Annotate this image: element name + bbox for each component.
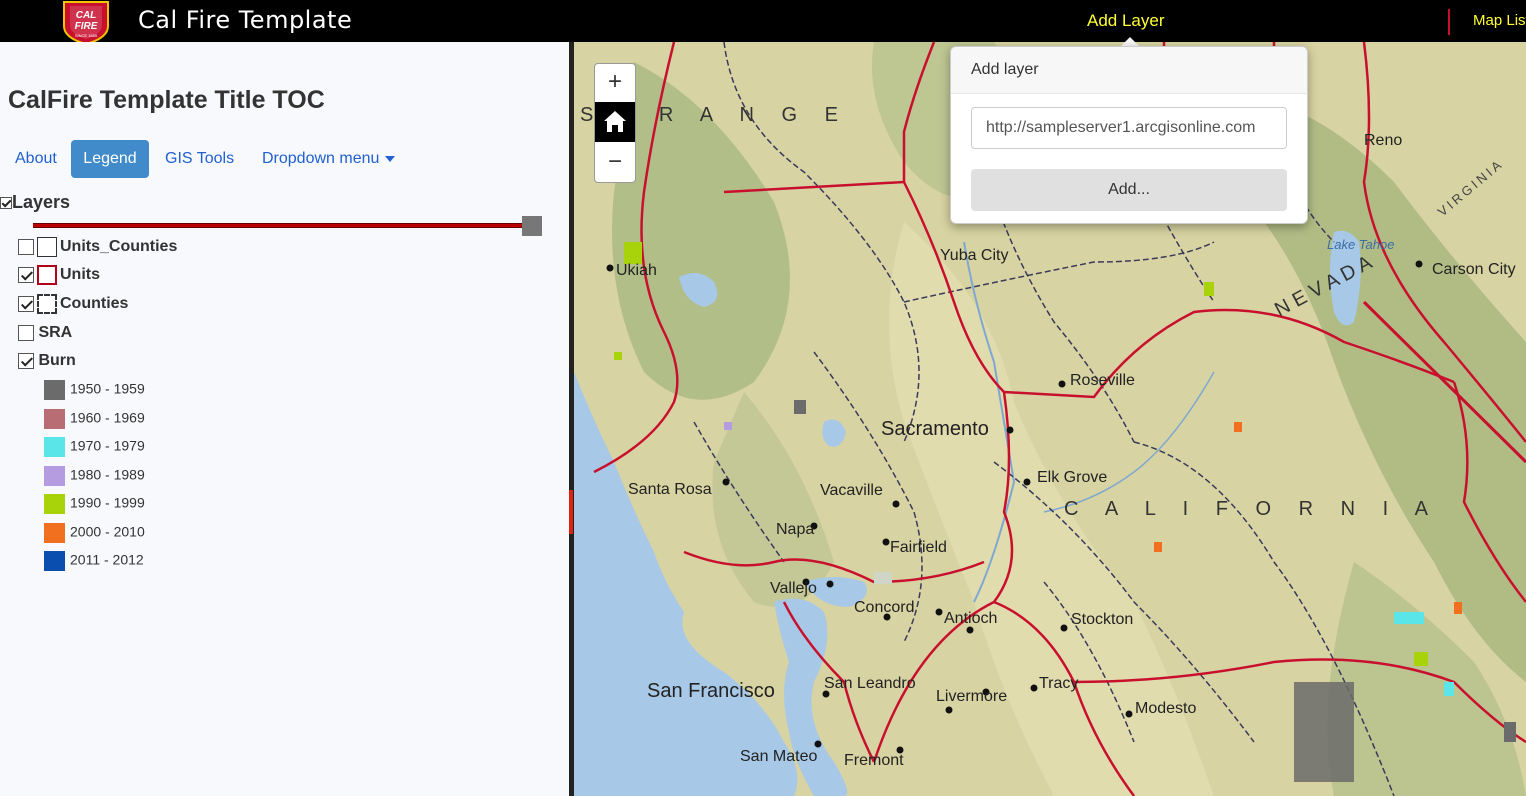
- map-label-antioch: Antioch: [944, 610, 998, 627]
- top-navbar: CAL FIRE SINCE 1885 Cal Fire Template Ad…: [0, 0, 1526, 42]
- legend-item: 1970 - 1979: [44, 437, 145, 457]
- legend-label: 1950 - 1959: [70, 380, 145, 397]
- layers-label: Layers: [12, 192, 71, 212]
- legend-item: 2000 - 2010: [44, 523, 145, 543]
- legend-label: 1960 - 1969: [70, 409, 145, 426]
- legend-swatch: [44, 494, 65, 514]
- svg-text:CAL: CAL: [76, 10, 97, 21]
- legend-swatch: [44, 380, 65, 400]
- legend-label: 1980 - 1989: [70, 466, 145, 483]
- map-label-fremont: Fremont: [844, 752, 904, 769]
- map-label-stockton: Stockton: [1071, 611, 1134, 628]
- splitter-grip[interactable]: [569, 490, 573, 534]
- tab-about[interactable]: About: [3, 140, 69, 178]
- map-label-ukiah: Ukiah: [616, 262, 657, 279]
- add-layer-link[interactable]: Add Layer: [1087, 11, 1165, 31]
- legend-swatch: [44, 466, 65, 486]
- map-label-san-leandro: San Leandro: [824, 675, 916, 692]
- legend-swatch: [44, 551, 65, 571]
- legend-item: 1990 - 1999: [44, 494, 145, 514]
- map-label-tracy: Tracy: [1039, 675, 1079, 692]
- legend-swatch: [44, 523, 65, 543]
- layer-row-counties: Counties: [18, 294, 128, 314]
- legend-label: 1970 - 1979: [70, 437, 145, 454]
- layers-header: Layers: [0, 192, 70, 213]
- layer-label: Counties: [60, 295, 129, 313]
- map-label-sacramento: Sacramento: [881, 418, 989, 440]
- map-list-link[interactable]: Map List: [1473, 12, 1526, 29]
- calfire-logo: CAL FIRE SINCE 1885: [60, 0, 112, 42]
- legend-item: 1980 - 1989: [44, 466, 145, 486]
- layer-row-sra: SRA: [18, 324, 72, 342]
- layer-row-units-counties: Units_Counties: [18, 237, 177, 257]
- tab-dropdown-menu[interactable]: Dropdown menu: [250, 140, 407, 178]
- layer-checkbox-units[interactable]: [18, 267, 34, 283]
- legend-label: 1990 - 1999: [70, 494, 145, 511]
- opacity-slider-handle[interactable]: [522, 216, 542, 236]
- legend-label: 2000 - 2010: [70, 523, 145, 540]
- svg-text:SINCE 1885: SINCE 1885: [75, 33, 98, 38]
- map-label-vallejo: Vallejo: [770, 580, 817, 597]
- layer-label: Units: [60, 266, 100, 284]
- map-label-yuba-city: Yuba City: [940, 247, 1009, 264]
- zoom-in-button[interactable]: +: [595, 64, 635, 100]
- map-label-roseville: Roseville: [1070, 372, 1135, 389]
- popup-title: Add layer: [951, 47, 1307, 94]
- dropdown-menu-label: Dropdown menu: [262, 150, 380, 167]
- layer-url-input[interactable]: [971, 107, 1287, 149]
- map-label-napa: Napa: [776, 521, 815, 538]
- svg-text:FIRE: FIRE: [75, 21, 98, 32]
- tab-gis-tools[interactable]: GIS Tools: [153, 140, 246, 178]
- map-label-fairfield: Fairfield: [890, 539, 947, 556]
- legend-swatch: [44, 437, 65, 457]
- home-icon: [604, 111, 626, 132]
- layer-row-burn: Burn: [18, 352, 76, 370]
- zoom-out-button[interactable]: −: [595, 144, 635, 180]
- map-label-california: C A L I F O R N I A: [1064, 498, 1439, 520]
- layer-checkbox-sra[interactable]: [18, 324, 34, 341]
- zoom-control: + −: [594, 63, 636, 183]
- map-label-elk-grove: Elk Grove: [1037, 469, 1108, 486]
- toc-title: CalFire Template Title TOC: [8, 86, 325, 114]
- caret-down-icon: [385, 155, 396, 162]
- add-layer-button[interactable]: Add...: [971, 169, 1287, 211]
- opacity-slider-track[interactable]: [33, 223, 529, 228]
- units-counties-swatch: [37, 237, 57, 257]
- legend-swatch: [44, 409, 65, 429]
- map-label-san-francisco: San Francisco: [647, 680, 775, 702]
- toc-panel: CalFire Template Title TOC About Legend …: [0, 42, 569, 796]
- layer-checkbox-units-counties[interactable]: [18, 239, 34, 255]
- tab-legend[interactable]: Legend: [71, 140, 149, 178]
- layer-checkbox-counties[interactable]: [18, 296, 34, 312]
- home-button[interactable]: [595, 102, 635, 142]
- layer-row-units: Units: [18, 265, 100, 285]
- add-layer-popup: Add layer Add...: [950, 46, 1308, 224]
- layer-label: SRA: [38, 324, 73, 341]
- map-label-modesto: Modesto: [1135, 700, 1197, 717]
- layer-label: Units_Counties: [60, 238, 178, 256]
- app-title: Cal Fire Template: [138, 6, 353, 34]
- layer-checkbox-burn[interactable]: [18, 352, 34, 369]
- legend-item: 1950 - 1959: [44, 380, 145, 400]
- map-label-reno: Reno: [1364, 132, 1403, 149]
- layer-label: Burn: [38, 352, 76, 369]
- legend-item: 1960 - 1969: [44, 409, 145, 429]
- counties-swatch: [37, 294, 57, 314]
- navbar-divider: [1448, 9, 1450, 35]
- map-label-lake-tahoe: Lake Tahoe: [1327, 237, 1395, 252]
- map-label-livermore: Livermore: [936, 688, 1008, 705]
- layers-checkbox[interactable]: [0, 197, 12, 210]
- map-label-santa-rosa: Santa Rosa: [628, 481, 712, 498]
- map-label-concord: Concord: [854, 599, 915, 616]
- map-label-carson-city: Carson City: [1432, 261, 1516, 278]
- map-label-san-mateo: San Mateo: [740, 748, 818, 765]
- legend-label: 2011 - 2012: [70, 551, 144, 568]
- legend-item: 2011 - 2012: [44, 551, 144, 571]
- map-label-vacaville: Vacaville: [820, 482, 883, 499]
- units-swatch: [37, 265, 57, 285]
